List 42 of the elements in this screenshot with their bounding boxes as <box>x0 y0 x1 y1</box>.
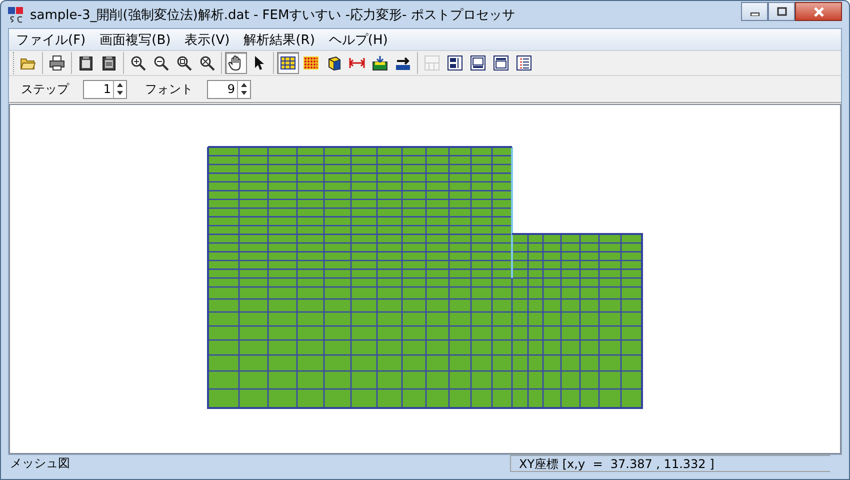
close-button[interactable] <box>795 2 842 21</box>
spin-down-icon <box>238 89 250 98</box>
menu-item[interactable]: ファイル(F) <box>9 30 93 48</box>
field-label: フォント <box>145 80 193 98</box>
grid-icon <box>280 55 296 71</box>
status-text: メッシュ図 <box>9 455 70 472</box>
list-icon <box>516 55 532 71</box>
toolbar-button[interactable] <box>225 52 247 74</box>
spin-buttons[interactable] <box>113 80 127 98</box>
maximize-button[interactable] <box>768 2 795 21</box>
menu-item[interactable]: ヘルプ(H) <box>322 30 395 48</box>
spin-buttons[interactable] <box>237 80 251 98</box>
toolbar-button[interactable] <box>277 52 299 74</box>
spin-field[interactable]: 9 <box>207 80 237 98</box>
zoom-icon <box>176 55 192 71</box>
spin-up-icon <box>238 80 250 89</box>
field-label: ステップ <box>21 80 69 98</box>
zoom-out-icon <box>153 55 169 71</box>
panel-icon <box>493 55 509 71</box>
menu-item[interactable]: 解析結果(R) <box>236 30 322 48</box>
coordinate-readout: XY座標 [x,y = 37.387 , 11.332 ] <box>510 455 830 472</box>
menu-item[interactable]: 表示(V) <box>178 30 237 48</box>
panel-icon <box>470 55 486 71</box>
grid-icon <box>303 55 319 71</box>
clipboard-icon <box>101 55 117 71</box>
maximize-icon <box>776 7 786 16</box>
spin-field[interactable]: 1 <box>83 80 113 98</box>
spin-down-icon <box>114 89 126 98</box>
shape-icon <box>326 55 342 71</box>
minimize-button[interactable] <box>741 2 768 21</box>
table-icon <box>424 55 440 71</box>
zoom-in-icon <box>130 55 146 71</box>
clipboard-icon <box>78 55 94 71</box>
close-icon <box>812 6 824 16</box>
panel-icon <box>447 55 463 71</box>
double-arrow-icon <box>349 55 365 71</box>
window-title: sample-3_開削(強制変位法)解析.dat - FEMすいすい -応力変形- ポストプロセッサ <box>30 6 516 24</box>
app-icon <box>8 6 24 22</box>
printer-icon <box>49 55 65 71</box>
menu-item[interactable]: 画面複写(B) <box>92 30 178 48</box>
spin-up-icon <box>114 80 126 89</box>
zoom-icon <box>199 55 215 71</box>
